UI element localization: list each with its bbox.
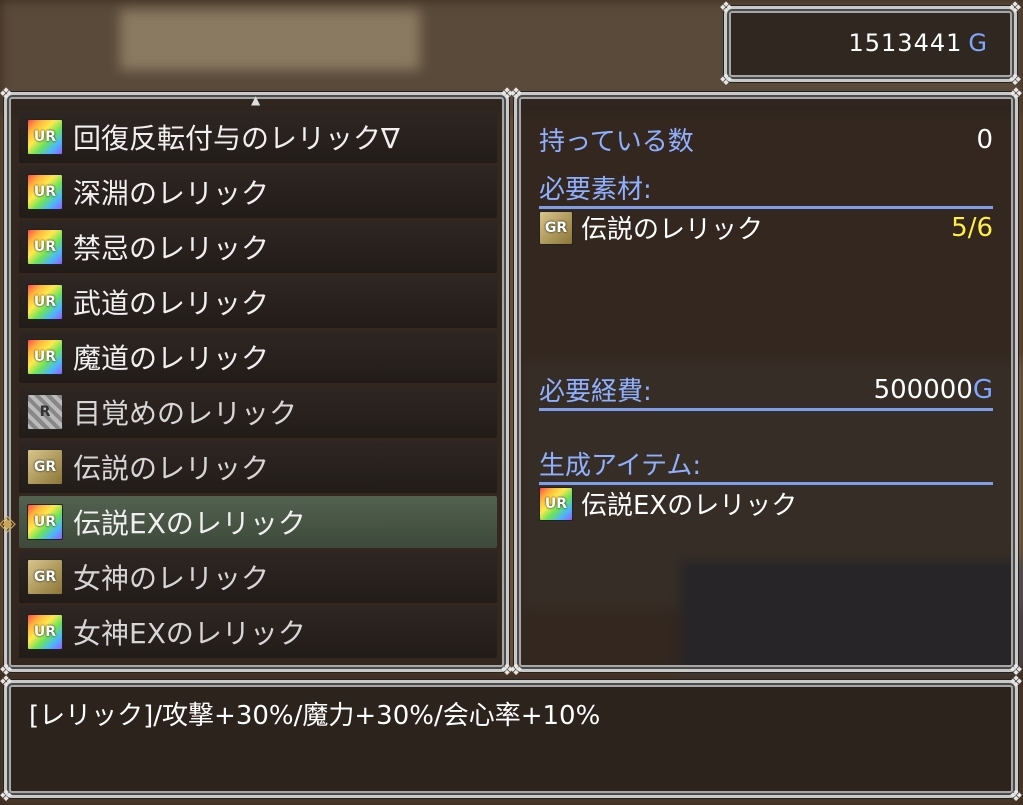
cost-row: 必要経費: 500000G xyxy=(539,371,993,411)
rank-gr-icon: GR xyxy=(27,449,63,485)
ornament-icon: ❖ xyxy=(0,786,14,805)
rank-ur-icon: UR xyxy=(27,174,63,210)
list-item[interactable]: R 目覚めのレリック xyxy=(19,386,497,438)
rank-ur-icon: UR xyxy=(27,229,63,265)
gold-window: ❖ ❖ ❖ ❖ 1513441 G xyxy=(719,0,1022,88)
material-count: 5/6 xyxy=(951,212,993,243)
help-window: ❖ ❖ ❖ ❖ [レリック]/攻撃+30%/魔力+30%/会心率+10% xyxy=(0,674,1023,804)
result-row: UR 伝説EXのレリック xyxy=(539,485,993,522)
item-name: 伝説EXのレリック xyxy=(73,507,306,540)
list-item[interactable]: UR 回復反転付与のレリック∇ xyxy=(19,111,497,163)
list-item-selected[interactable]: ◈ UR 伝説EXのレリック xyxy=(0,496,497,548)
ornament-icon: ❖ xyxy=(1008,672,1023,691)
rank-ur-icon: UR xyxy=(27,504,63,540)
item-name: 魔道のレリック xyxy=(73,342,270,375)
list-item[interactable]: GR 女神のレリック xyxy=(19,551,497,603)
rank-ur-icon: UR xyxy=(539,486,573,521)
item-name: 深淵のレリック xyxy=(73,177,270,210)
rank-ur-icon: UR xyxy=(27,614,63,650)
list-item[interactable]: UR 禁忌のレリック xyxy=(19,221,497,273)
ornament-icon: ❖ xyxy=(508,660,524,679)
owned-label: 持っている数 xyxy=(539,127,694,157)
gold-display: 1513441 G xyxy=(849,29,989,57)
list-item[interactable]: GR 伝説のレリック xyxy=(19,441,497,493)
cost-value: 500000 xyxy=(873,374,973,405)
owned-value: 0 xyxy=(976,124,993,155)
ornament-icon: ❖ xyxy=(1008,84,1023,103)
item-name: 女神EXのレリック xyxy=(73,617,306,650)
ornament-icon: ❖ xyxy=(718,70,734,89)
ornament-icon: ❖ xyxy=(1007,0,1023,17)
rank-r-icon: R xyxy=(27,394,63,430)
rank-gr-icon: GR xyxy=(27,559,63,595)
scroll-up-arrow-icon[interactable]: ▲ xyxy=(251,93,260,107)
material-row: GR 伝説のレリック 5/6 xyxy=(539,209,993,246)
item-name: 武道のレリック xyxy=(73,287,270,320)
item-name: 女神のレリック xyxy=(73,562,270,595)
ornament-icon: ❖ xyxy=(0,672,14,691)
rank-ur-icon: UR xyxy=(27,339,63,375)
result-heading: 生成アイテム: xyxy=(539,445,993,485)
relic-list-window: ❖ ❖ ❖ ❖ ▲ UR 回復反転付与のレリック∇ UR 深淵のレリック UR … xyxy=(0,86,514,678)
list-item[interactable]: UR 魔道のレリック xyxy=(19,331,497,383)
ornament-icon: ❖ xyxy=(0,84,14,103)
item-name: 伝説のレリック xyxy=(73,452,270,485)
list-item[interactable]: UR 女神EXのレリック xyxy=(19,606,497,658)
ornament-icon: ❖ xyxy=(508,84,524,103)
result-name: 伝説EXのレリック xyxy=(581,491,798,521)
synthesis-detail-window: ❖ ❖ ❖ ❖ 持っている数 0 必要素材: GR 伝説のレリック 5/6 必要… xyxy=(509,86,1023,678)
rank-ur-icon: UR xyxy=(27,284,63,320)
list-item[interactable]: UR 武道のレリック xyxy=(19,276,497,328)
rank-ur-icon: UR xyxy=(27,119,63,155)
cost-unit: G xyxy=(972,374,993,405)
relic-list: UR 回復反転付与のレリック∇ UR 深淵のレリック UR 禁忌のレリック UR… xyxy=(0,111,497,661)
rank-gr-icon: GR xyxy=(539,210,573,245)
ornament-icon: ❖ xyxy=(718,0,734,17)
cost-label: 必要経費: xyxy=(539,377,652,407)
selection-cursor-icon: ◈ xyxy=(0,511,16,536)
gold-unit: G xyxy=(968,29,988,57)
item-name: 禁忌のレリック xyxy=(73,232,270,265)
item-name: 目覚めのレリック xyxy=(73,397,298,430)
materials-heading: 必要素材: xyxy=(539,169,993,209)
owned-count-row: 持っている数 0 xyxy=(539,121,993,158)
ornament-icon: ❖ xyxy=(1008,786,1023,805)
material-name: 伝説のレリック xyxy=(581,215,764,245)
help-text: [レリック]/攻撃+30%/魔力+30%/会心率+10% xyxy=(29,701,601,731)
gold-amount: 1513441 xyxy=(848,29,963,57)
list-item[interactable]: UR 深淵のレリック xyxy=(19,166,497,218)
item-name: 回復反転付与のレリック∇ xyxy=(73,122,400,155)
